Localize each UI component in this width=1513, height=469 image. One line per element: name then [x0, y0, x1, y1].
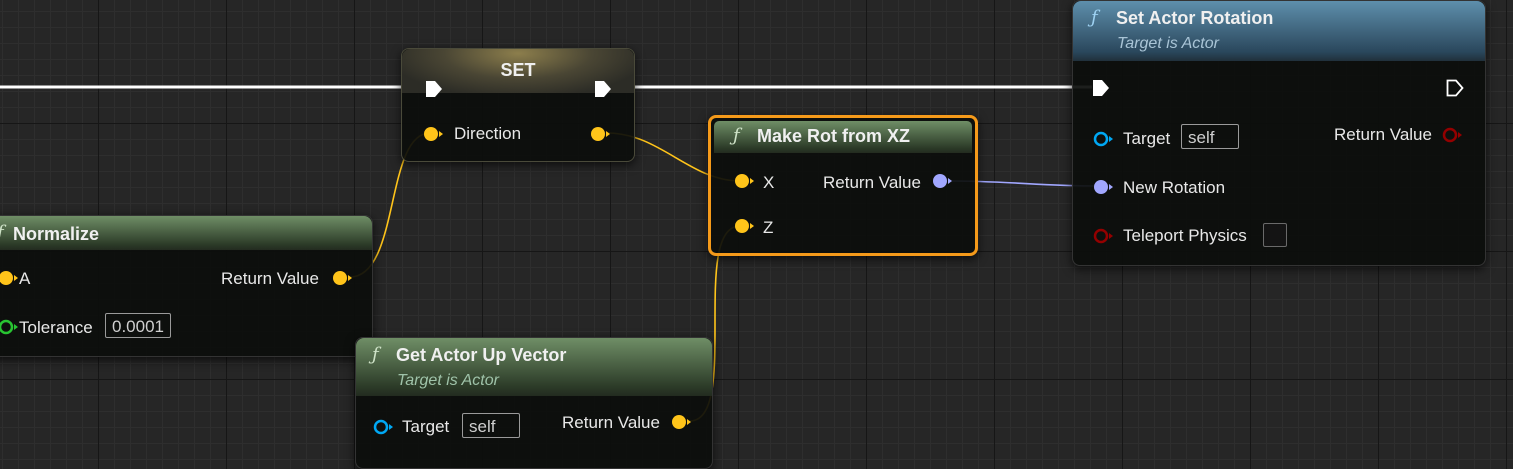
return-value-pin-icon[interactable]	[331, 269, 353, 287]
set-actor-rotation-node[interactable]: ƒ Set Actor Rotation Target is Actor Tar…	[1072, 0, 1486, 266]
tolerance-pin-icon[interactable]	[0, 318, 19, 336]
exec-out-pin-icon[interactable]	[1445, 78, 1465, 98]
teleport-physics-label: Teleport Physics	[1123, 226, 1247, 245]
node-title: Get Actor Up Vector	[396, 345, 567, 365]
x-input-pin-icon[interactable]	[733, 172, 755, 190]
new-rotation-pin-icon[interactable]	[1092, 178, 1114, 196]
return-value-label: Return Value	[562, 413, 660, 432]
target-label: Target	[1123, 129, 1171, 148]
function-icon: ƒ	[0, 222, 4, 243]
rotator-output-pin-icon[interactable]	[931, 172, 953, 190]
exec-in-pin-icon[interactable]	[424, 79, 444, 99]
return-value-label: Return Value	[1334, 125, 1432, 144]
return-value-pin-icon[interactable]	[670, 413, 692, 431]
teleport-physics-checkbox[interactable]	[1263, 223, 1287, 247]
node-title: Make Rot from XZ	[757, 126, 911, 146]
normalize-node[interactable]: ƒ Normalize A Return Value Tolerance 0.0…	[0, 215, 373, 357]
direction-label: Direction	[454, 124, 522, 143]
target-pin-icon[interactable]	[1092, 130, 1114, 148]
target-self-field[interactable]: self	[1181, 124, 1239, 149]
new-rotation-label: New Rotation	[1123, 178, 1226, 197]
return-value-label: Return Value	[823, 173, 921, 192]
node-subtitle: Target is Actor	[1117, 35, 1219, 52]
a-label: A	[19, 269, 31, 288]
target-pin-icon[interactable]	[372, 418, 394, 436]
exec-in-pin-icon[interactable]	[1091, 78, 1111, 98]
x-label: X	[763, 173, 775, 192]
exec-out-pin-icon[interactable]	[593, 79, 613, 99]
node-subtitle: Target is Actor	[397, 372, 499, 389]
set-variable-node[interactable]: SET Direction	[401, 48, 635, 162]
direction-output-pin-icon[interactable]	[589, 125, 611, 143]
return-value-pin-icon[interactable]	[1441, 126, 1463, 144]
teleport-physics-pin-icon[interactable]	[1092, 227, 1114, 245]
target-self-field[interactable]: self	[462, 413, 520, 438]
function-icon: ƒ	[372, 344, 379, 365]
z-input-pin-icon[interactable]	[733, 217, 755, 235]
function-icon: ƒ	[733, 125, 740, 146]
function-icon: ƒ	[1091, 7, 1098, 28]
direction-input-pin-icon[interactable]	[422, 125, 444, 143]
node-title: SET	[500, 60, 536, 80]
a-input-pin-icon[interactable]	[0, 269, 19, 287]
tolerance-field[interactable]: 0.0001	[105, 313, 171, 338]
node-title: Normalize	[13, 224, 100, 244]
z-label: Z	[763, 218, 774, 237]
make-rot-from-xz-node[interactable]: ƒ Make Rot from XZ X Return Value Z	[708, 115, 978, 256]
node-title: Set Actor Rotation	[1116, 8, 1274, 28]
return-value-label: Return Value	[221, 269, 319, 288]
target-label: Target	[402, 417, 450, 436]
tolerance-label: Tolerance	[19, 318, 93, 337]
get-actor-up-vector-node[interactable]: ƒ Get Actor Up Vector Target is Actor Ta…	[355, 337, 713, 469]
